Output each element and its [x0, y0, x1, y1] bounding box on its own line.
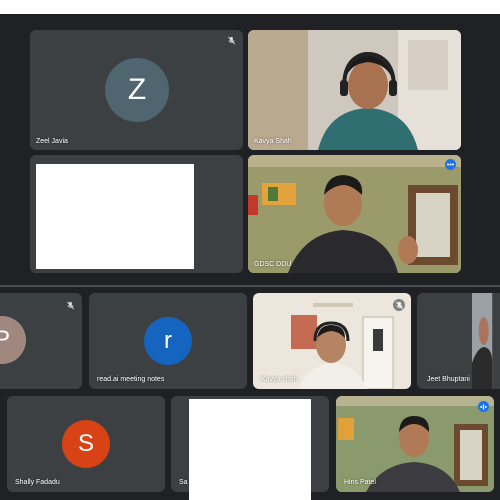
participant-tile-p[interactable]: P	[0, 293, 82, 389]
participant-tile-hiris[interactable]: Hiris Patel	[336, 396, 494, 492]
avatar: Z	[105, 58, 169, 122]
mic-muted-icon	[64, 299, 76, 311]
top-bar	[0, 0, 500, 14]
participant-name: Kavya shah	[261, 376, 298, 383]
participant-tile-gdsc[interactable]: GDSC DDU	[248, 155, 461, 273]
participant-name: Hiris Patel	[344, 479, 376, 486]
video-feed	[253, 293, 411, 389]
participant-name: Shally Fadadu	[15, 479, 60, 486]
participant-name: Sa	[179, 479, 188, 486]
overlay-panel	[189, 399, 311, 500]
participant-name: read.ai meeting notes	[97, 376, 165, 383]
avatar: S	[62, 420, 110, 468]
participant-tile-kavya[interactable]: Kavya shah	[253, 293, 411, 389]
mic-muted-icon	[393, 299, 405, 311]
video-feed	[248, 155, 461, 273]
participant-tile-jeet[interactable]: Jeet Bhuptani	[417, 293, 500, 389]
participant-tile-presentation[interactable]	[30, 155, 243, 273]
video-feed	[336, 396, 494, 492]
speaking-indicator-icon	[445, 159, 456, 170]
screen-share-content	[36, 164, 194, 269]
avatar: r	[144, 317, 192, 365]
participant-name: Zeel Javia	[36, 138, 68, 145]
video-feed	[472, 293, 493, 389]
video-feed	[248, 30, 461, 150]
participant-tile-shally[interactable]: S Shally Fadadu	[7, 396, 165, 492]
participant-name: Jeet Bhuptani	[427, 376, 470, 383]
participant-name: GDSC DDU	[254, 261, 292, 268]
speaking-indicator-icon	[478, 401, 489, 412]
participant-name: Kavya Shah	[254, 138, 292, 145]
mic-muted-icon	[225, 34, 237, 46]
avatar: P	[0, 316, 26, 364]
grid-divider	[0, 285, 500, 287]
participant-tile-kavya-top[interactable]: Kavya Shah	[248, 30, 461, 150]
participant-tile-readai[interactable]: r read.ai meeting notes	[89, 293, 247, 389]
participant-tile-zeel[interactable]: Z Zeel Javia	[30, 30, 243, 150]
